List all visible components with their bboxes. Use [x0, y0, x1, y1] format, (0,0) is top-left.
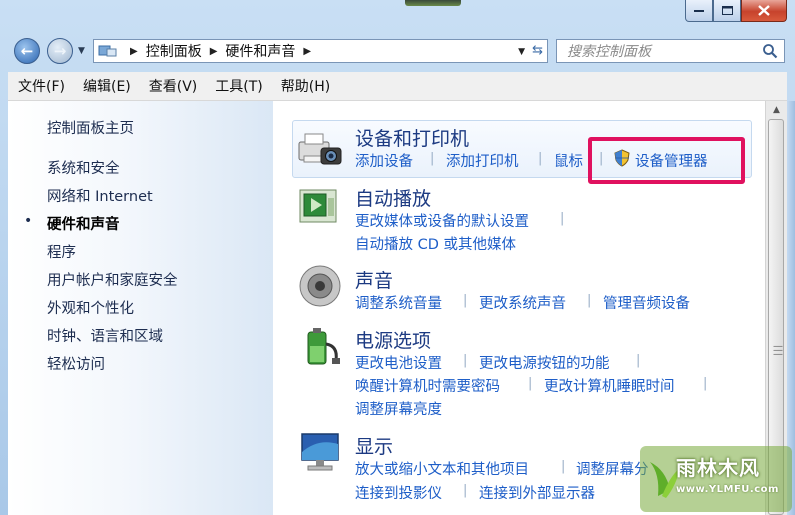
- maximize-icon: [721, 6, 733, 15]
- link-separator: |: [560, 211, 565, 226]
- back-arrow-icon: ←: [20, 42, 34, 60]
- link-separator: |: [528, 376, 533, 391]
- link-separator: |: [538, 151, 543, 166]
- breadcrumb-separator-icon[interactable]: ▶: [303, 46, 311, 57]
- minimize-button[interactable]: [685, 0, 713, 22]
- control-panel-icon: [98, 45, 117, 57]
- monitor-icon: [301, 433, 339, 471]
- search-box[interactable]: [556, 39, 785, 63]
- active-item-bullet-icon: •: [24, 213, 33, 229]
- menu-file[interactable]: 文件(F): [8, 76, 73, 96]
- link-change-power-button[interactable]: 更改电源按钮的功能: [479, 352, 610, 373]
- link-connect-projector[interactable]: 连接到投影仪: [355, 482, 442, 503]
- category-title-autoplay[interactable]: 自动播放: [355, 184, 431, 211]
- forward-button[interactable]: →: [47, 38, 73, 64]
- category-title-power[interactable]: 电源选项: [355, 326, 431, 353]
- navigation-bar: ← → ▼ ▶ 控制面板 ▶ 硬件和声音 ▶ ▼ ⇆: [0, 34, 795, 68]
- link-change-battery-settings[interactable]: 更改电池设置: [355, 352, 442, 373]
- link-autoplay-cd[interactable]: 自动播放 CD 或其他媒体: [355, 233, 516, 254]
- breadcrumb-hardware-sound[interactable]: 硬件和声音: [225, 41, 295, 61]
- sidebar-item-programs[interactable]: 程序: [47, 241, 76, 262]
- link-change-media-defaults[interactable]: 更改媒体或设备的默认设置: [355, 210, 529, 231]
- breadcrumb-control-panel[interactable]: 控制面板: [146, 41, 202, 61]
- back-button[interactable]: ←: [14, 38, 40, 64]
- recent-pages-dropdown[interactable]: ▼: [78, 46, 85, 56]
- address-bar[interactable]: ▶ 控制面板 ▶ 硬件和声音 ▶ ▼ ⇆: [93, 39, 548, 63]
- menu-edit[interactable]: 编辑(E): [73, 76, 139, 96]
- breadcrumb-separator-icon[interactable]: ▶: [130, 46, 138, 57]
- sidebar-item-ease-of-access[interactable]: 轻松访问: [47, 353, 105, 374]
- link-connect-external-display[interactable]: 连接到外部显示器: [479, 482, 595, 503]
- link-change-sleep-time[interactable]: 更改计算机睡眠时间: [544, 375, 675, 396]
- link-adjust-brightness[interactable]: 调整屏幕亮度: [355, 398, 442, 419]
- menu-view[interactable]: 查看(V): [139, 76, 206, 96]
- annotation-highlight-box: [588, 137, 745, 184]
- link-adjust-volume[interactable]: 调整系统音量: [355, 292, 442, 313]
- link-separator: |: [636, 353, 641, 368]
- link-separator: |: [463, 353, 468, 368]
- minimize-icon: [694, 9, 704, 12]
- close-icon: [758, 5, 770, 16]
- link-change-system-sounds[interactable]: 更改系统声音: [479, 292, 566, 313]
- taskbar-thumbnail-nub: [405, 0, 461, 6]
- link-separator: |: [463, 293, 468, 308]
- watermark-url: www.YLMFU.com: [676, 484, 779, 495]
- sidebar-item-appearance[interactable]: 外观和个性化: [47, 297, 134, 318]
- sidebar-item-hardware-sound: 硬件和声音: [47, 217, 120, 233]
- search-icon[interactable]: [762, 43, 778, 59]
- refresh-icon[interactable]: ⇆: [532, 43, 543, 58]
- address-dropdown-icon[interactable]: ▼: [518, 47, 525, 57]
- close-button[interactable]: [741, 0, 787, 22]
- watermark-text: 雨林木风: [676, 456, 760, 480]
- category-title-devices-printers[interactable]: 设备和打印机: [355, 124, 469, 151]
- printer-camera-icon: [298, 133, 342, 165]
- category-title-display[interactable]: 显示: [355, 432, 393, 459]
- sidebar-item-clock-language[interactable]: 时钟、语言和区域: [47, 325, 163, 346]
- link-mouse[interactable]: 鼠标: [554, 150, 583, 171]
- sidebar-item-system-security[interactable]: 系统和安全: [47, 157, 120, 178]
- sidebar-item-user-accounts[interactable]: 用户帐户和家庭安全: [47, 269, 178, 290]
- link-add-device[interactable]: 添加设备: [355, 150, 413, 171]
- link-separator: |: [463, 483, 468, 498]
- menu-bar: 文件(F) 编辑(E) 查看(V) 工具(T) 帮助(H): [8, 72, 787, 101]
- link-separator: |: [430, 151, 435, 166]
- speaker-icon: [299, 265, 341, 307]
- scroll-up-arrow-icon[interactable]: ▲: [766, 101, 787, 119]
- maximize-button[interactable]: [713, 0, 741, 22]
- link-manage-audio-devices[interactable]: 管理音频设备: [603, 292, 690, 313]
- menu-help[interactable]: 帮助(H): [271, 76, 338, 96]
- link-text-size[interactable]: 放大或缩小文本和其他项目: [355, 458, 529, 479]
- category-title-sound[interactable]: 声音: [355, 266, 393, 293]
- autoplay-icon: [299, 189, 337, 223]
- sidebar-item-home[interactable]: 控制面板主页: [47, 117, 134, 138]
- scroll-grip-icon: — — —: [773, 341, 783, 360]
- link-separator: |: [587, 293, 592, 308]
- window-caption-buttons: [685, 0, 787, 22]
- search-input[interactable]: [565, 41, 759, 63]
- forward-arrow-icon: →: [53, 42, 67, 60]
- link-separator: |: [703, 376, 708, 391]
- link-require-password-wake[interactable]: 唤醒计算机时需要密码: [355, 375, 500, 396]
- battery-power-icon: [307, 328, 340, 365]
- link-separator: |: [561, 459, 566, 474]
- link-adjust-resolution[interactable]: 调整屏幕分: [576, 458, 649, 479]
- sidebar-item-network[interactable]: 网络和 Internet: [47, 185, 153, 206]
- menu-tools[interactable]: 工具(T): [205, 76, 270, 96]
- breadcrumb-separator-icon[interactable]: ▶: [210, 46, 218, 57]
- link-add-printer[interactable]: 添加打印机: [446, 150, 519, 171]
